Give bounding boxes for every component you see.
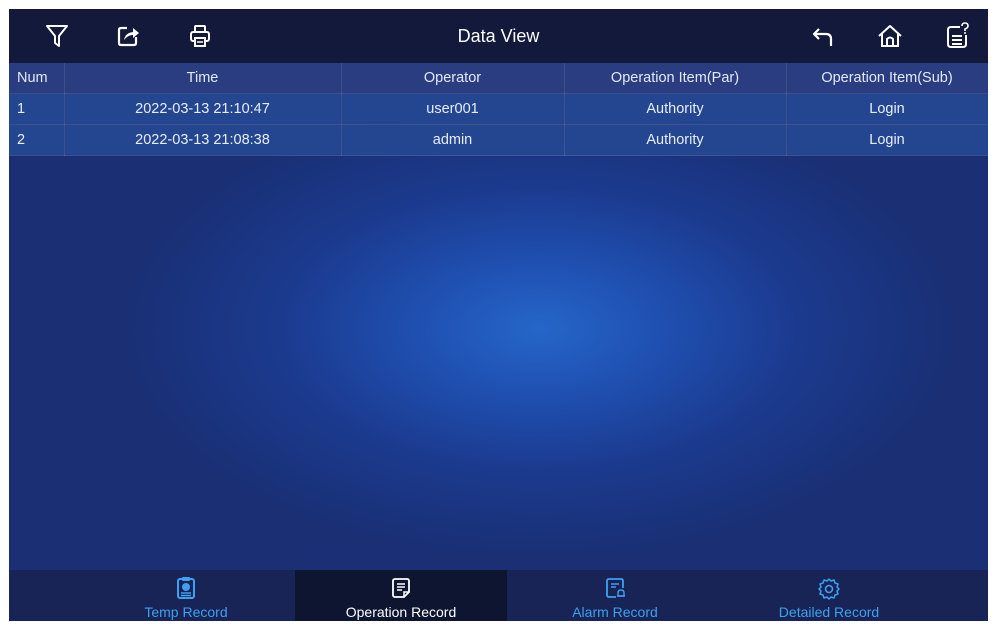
column-header-operator[interactable]: Operator [341, 63, 565, 94]
column-header-operation-item-par[interactable]: Operation Item(Par) [564, 63, 787, 94]
operation-record-table: Num Time Operator Operation Item(Par) Op… [9, 63, 988, 156]
help-icon[interactable] [942, 21, 972, 51]
tab-label: Detailed Record [778, 604, 880, 620]
cell-time: 2022-03-13 21:08:38 [64, 124, 342, 156]
cell-num: 2 [9, 124, 65, 156]
tab-detailed-record[interactable]: Detailed Record [723, 570, 935, 621]
column-header-time[interactable]: Time [64, 63, 342, 94]
tab-label: Temp Record [144, 604, 228, 620]
tab-operation-record[interactable]: Operation Record [295, 570, 507, 621]
cell-operation-item-par: Authority [564, 93, 787, 125]
temp-record-icon [177, 577, 195, 599]
column-header-operation-item-sub[interactable]: Operation Item(Sub) [786, 63, 988, 94]
page-title: Data View [457, 26, 540, 46]
operation-record-icon [392, 578, 410, 598]
cell-operator: user001 [341, 93, 565, 125]
alarm-record-icon [606, 578, 625, 598]
bottom-tab-bar: Temp Record Operation Record Alarm Recor… [9, 570, 988, 621]
cell-num: 1 [9, 93, 65, 125]
table-header-row: Num Time Operator Operation Item(Par) Op… [9, 63, 988, 94]
top-bar: Data View [9, 9, 988, 63]
cell-operation-item-sub: Login [786, 93, 988, 125]
tab-alarm-record[interactable]: Alarm Record [509, 570, 721, 621]
cell-operation-item-par: Authority [564, 124, 787, 156]
screen: Data View Num Time Operator Operation It… [9, 9, 988, 621]
home-icon[interactable] [875, 21, 905, 51]
cell-operation-item-sub: Login [786, 124, 988, 156]
column-header-num[interactable]: Num [9, 63, 65, 94]
cell-time: 2022-03-13 21:10:47 [64, 93, 342, 125]
tab-temp-record[interactable]: Temp Record [80, 570, 292, 621]
settings-gear-icon [818, 578, 840, 600]
cell-operator: admin [341, 124, 565, 156]
tab-label: Operation Record [345, 604, 457, 620]
table-row[interactable]: 1 2022-03-13 21:10:47 user001 Authority … [9, 93, 988, 125]
tab-label: Alarm Record [572, 604, 658, 620]
back-icon[interactable] [808, 21, 838, 51]
table-row[interactable]: 2 2022-03-13 21:08:38 admin Authority Lo… [9, 124, 988, 156]
